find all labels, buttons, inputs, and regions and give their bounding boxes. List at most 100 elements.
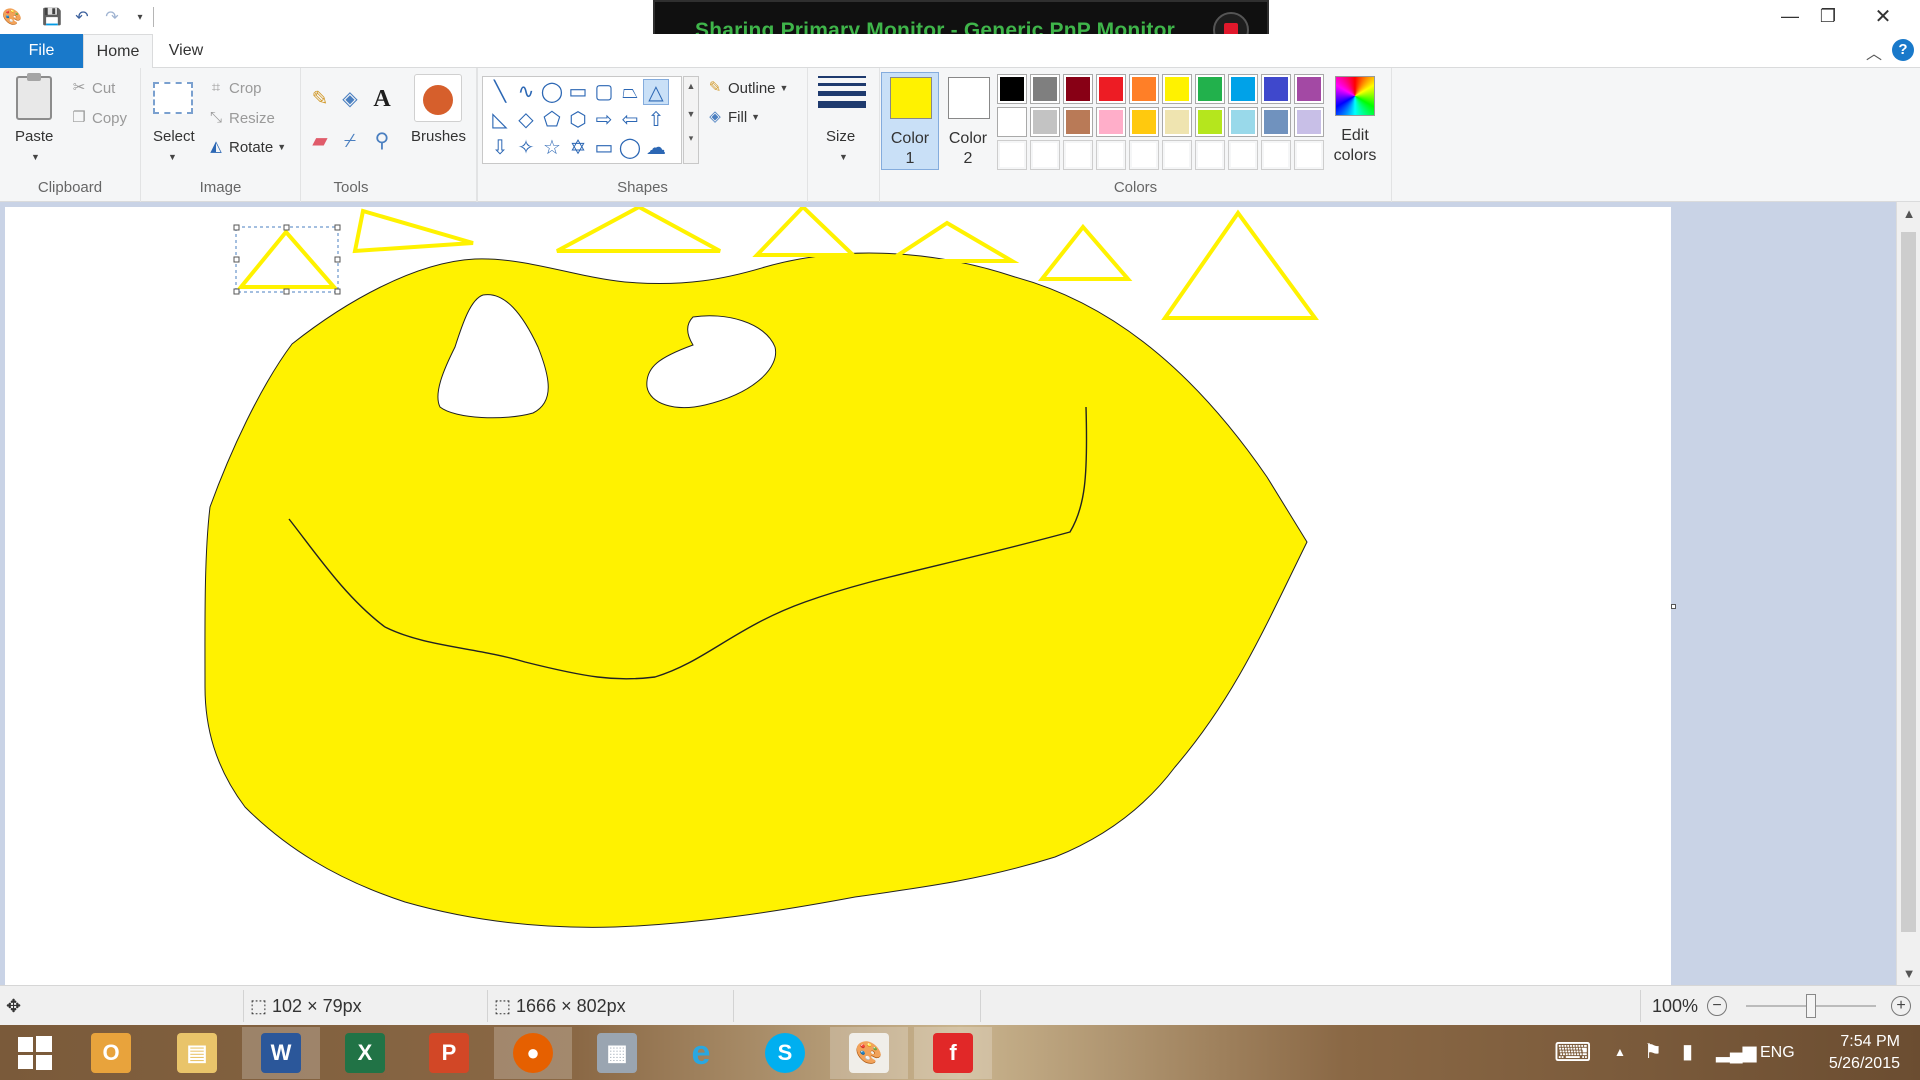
shape-callout-cloud-icon[interactable]: ☁	[643, 135, 669, 161]
color2-button[interactable]: Color 2	[939, 72, 997, 170]
color1-button[interactable]: Color 1	[881, 72, 939, 170]
shapes-gallery-scroll[interactable]: ▲ ▼ ▾	[683, 76, 699, 164]
palette-custom-slot[interactable]	[1261, 140, 1291, 170]
rotate-button[interactable]: ◭ Rotate ▼	[207, 138, 286, 156]
magnifier-icon[interactable]: ⚲	[369, 128, 395, 154]
palette-color-swatch[interactable]	[1096, 74, 1126, 104]
undo-icon[interactable]: ↶	[70, 6, 94, 28]
zoom-in-button[interactable]: +	[1891, 996, 1911, 1016]
battery-icon[interactable]: ▮	[1682, 1025, 1693, 1080]
canvas-resize-handle[interactable]	[1671, 604, 1676, 609]
shape-up-arrow-icon[interactable]: ⇧	[643, 107, 669, 133]
network-signal-icon[interactable]: ▂▄▆	[1716, 1025, 1756, 1080]
shape-line-icon[interactable]: ╲	[487, 79, 513, 105]
palette-color-swatch[interactable]	[1129, 74, 1159, 104]
shape-four-point-star-icon[interactable]: ✧	[513, 135, 539, 161]
drawing-canvas[interactable]	[5, 207, 1671, 985]
shape-diamond-icon[interactable]: ◇	[513, 107, 539, 133]
pencil-icon[interactable]: ✎	[307, 86, 333, 112]
gallery-up-icon[interactable]: ▲	[684, 81, 698, 91]
select-button[interactable]: Select	[153, 128, 195, 145]
scroll-down-icon[interactable]: ▼	[1897, 966, 1920, 981]
shape-curve-icon[interactable]: ∿	[513, 79, 539, 105]
palette-color-swatch[interactable]	[1063, 107, 1093, 137]
scroll-thumb[interactable]	[1901, 232, 1916, 932]
tab-home[interactable]: Home	[83, 34, 153, 69]
tab-view[interactable]: View	[153, 34, 219, 68]
taskbar-excel[interactable]: X	[326, 1027, 404, 1079]
paste-icon[interactable]	[16, 73, 52, 120]
fill-button[interactable]: ◈ Fill ▼	[706, 108, 760, 126]
close-button[interactable]: ✕	[1848, 0, 1918, 32]
zoom-slider-thumb[interactable]	[1806, 994, 1816, 1018]
palette-custom-slot[interactable]	[1294, 140, 1324, 170]
action-center-flag-icon[interactable]: ⚑	[1644, 1025, 1662, 1080]
color-picker-icon[interactable]: ⌿	[337, 128, 363, 154]
crop-button[interactable]: ⌗ Crop	[207, 79, 262, 97]
shape-rectangle-icon[interactable]: ▭	[565, 79, 591, 105]
select-icon[interactable]	[153, 82, 193, 114]
cut-button[interactable]: ✂ Cut	[70, 79, 116, 97]
palette-color-swatch[interactable]	[1129, 107, 1159, 137]
size-dropdown-icon[interactable]: ▼	[839, 152, 848, 162]
palette-custom-slot[interactable]	[1228, 140, 1258, 170]
palette-custom-slot[interactable]	[1096, 140, 1126, 170]
palette-color-swatch[interactable]	[1162, 74, 1192, 104]
palette-custom-slot[interactable]	[1063, 140, 1093, 170]
shape-oval-icon[interactable]: ◯	[539, 79, 565, 105]
palette-color-swatch[interactable]	[1096, 107, 1126, 137]
taskbar-paint[interactable]: 🎨	[830, 1027, 908, 1079]
palette-custom-slot[interactable]	[997, 140, 1027, 170]
outline-button[interactable]: ✎ Outline ▼	[706, 79, 789, 97]
palette-color-swatch[interactable]	[1195, 107, 1225, 137]
taskbar-skype[interactable]: S	[746, 1027, 824, 1079]
brushes-icon[interactable]	[414, 74, 462, 122]
taskbar-word[interactable]: W	[242, 1027, 320, 1079]
gallery-more-icon[interactable]: ▾	[684, 133, 698, 144]
select-dropdown-icon[interactable]: ▼	[168, 152, 177, 162]
palette-color-swatch[interactable]	[1162, 107, 1192, 137]
collapse-ribbon-icon[interactable]: ︿	[1866, 40, 1882, 64]
taskbar-flipboard[interactable]: f	[914, 1027, 992, 1079]
palette-color-swatch[interactable]	[997, 107, 1027, 137]
taskbar-file-explorer[interactable]: ▤	[158, 1027, 236, 1079]
scroll-up-icon[interactable]: ▲	[1897, 206, 1920, 221]
gallery-down-icon[interactable]: ▼	[684, 109, 698, 119]
taskbar-calculator[interactable]: ▦	[578, 1027, 656, 1079]
tab-file[interactable]: File	[0, 34, 83, 68]
save-icon[interactable]: 💾	[40, 6, 64, 28]
shape-five-point-star-icon[interactable]: ☆	[539, 135, 565, 161]
shape-left-arrow-icon[interactable]: ⇦	[617, 107, 643, 133]
palette-color-swatch[interactable]	[997, 74, 1027, 104]
shape-down-arrow-icon[interactable]: ⇩	[487, 135, 513, 161]
shape-callout-oval-icon[interactable]: ◯	[617, 135, 643, 161]
taskbar-outlook[interactable]: O	[72, 1027, 150, 1079]
paste-dropdown-icon[interactable]: ▼	[31, 152, 40, 162]
redo-icon[interactable]: ↷	[100, 6, 124, 28]
fill-bucket-icon[interactable]: ◈	[337, 86, 363, 112]
palette-color-swatch[interactable]	[1030, 107, 1060, 137]
zoom-out-button[interactable]: −	[1707, 996, 1727, 1016]
clock[interactable]: 7:54 PM 5/26/2015	[1829, 1031, 1900, 1075]
touch-keyboard-icon[interactable]: ⌨	[1554, 1025, 1592, 1080]
palette-custom-slot[interactable]	[1129, 140, 1159, 170]
paste-button[interactable]: Paste	[15, 128, 53, 145]
palette-color-swatch[interactable]	[1294, 74, 1324, 104]
text-tool-icon[interactable]: A	[369, 86, 395, 112]
shape-callout-rectangle-icon[interactable]: ▭	[591, 135, 617, 161]
taskbar-firefox[interactable]: ●	[494, 1027, 572, 1079]
palette-color-swatch[interactable]	[1294, 107, 1324, 137]
palette-color-swatch[interactable]	[1195, 74, 1225, 104]
start-button[interactable]	[0, 1027, 70, 1079]
brushes-button[interactable]: Brushes	[411, 128, 466, 145]
shape-triangle-icon[interactable]: △	[643, 79, 669, 105]
shape-right-triangle-icon[interactable]: ◺	[487, 107, 513, 133]
palette-color-swatch[interactable]	[1261, 74, 1291, 104]
shape-rounded-rectangle-icon[interactable]: ▢	[591, 79, 617, 105]
taskbar-internet-explorer[interactable]: e	[662, 1027, 740, 1079]
resize-button[interactable]: ⤡ Resize	[207, 109, 275, 127]
palette-custom-slot[interactable]	[1030, 140, 1060, 170]
taskbar-powerpoint[interactable]: P	[410, 1027, 488, 1079]
show-hidden-icons-icon[interactable]: ▲	[1614, 1025, 1626, 1080]
eraser-icon[interactable]: ▰	[307, 128, 333, 154]
